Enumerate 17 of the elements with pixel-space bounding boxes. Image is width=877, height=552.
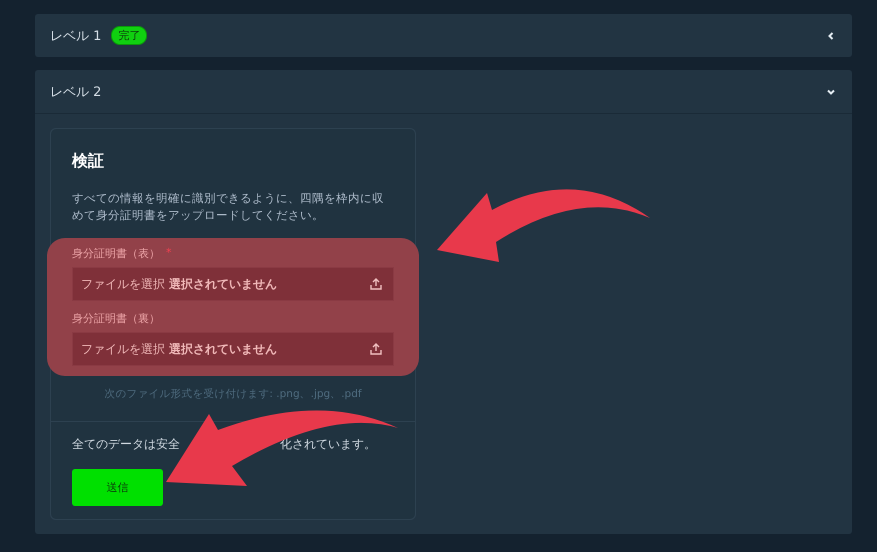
required-asterisk: * (166, 246, 172, 261)
submit-button[interactable]: 送信 (72, 469, 163, 506)
file-format-hint: 次のファイル形式を受け付けます: .png、.jpg、.pdf (103, 387, 363, 401)
instructions-text: すべての情報を明確に識別できるように、四隅を枠内に収めて身分証明書をアップロードしてください。 (72, 190, 385, 224)
upload-icon (369, 277, 383, 291)
file-upload-field[interactable]: ファイルを選択 選択されていません (72, 267, 394, 301)
card-title: 検証 (72, 151, 105, 172)
section-title[interactable]: レベル 1 (50, 26, 102, 44)
field-label: 身分証明書（裏） (72, 311, 160, 326)
upload-icon (369, 342, 383, 356)
section-title[interactable]: レベル 2 (50, 82, 102, 100)
status-badge: 完了 (111, 26, 148, 45)
security-note: 化されています。 (280, 436, 376, 453)
field-label: 身分証明書（表） (72, 246, 160, 261)
chevron-icon[interactable] (826, 30, 836, 40)
file-upload-field[interactable]: ファイルを選択 選択されていません (72, 332, 394, 366)
security-note: 全てのデータは安全 (72, 436, 180, 453)
